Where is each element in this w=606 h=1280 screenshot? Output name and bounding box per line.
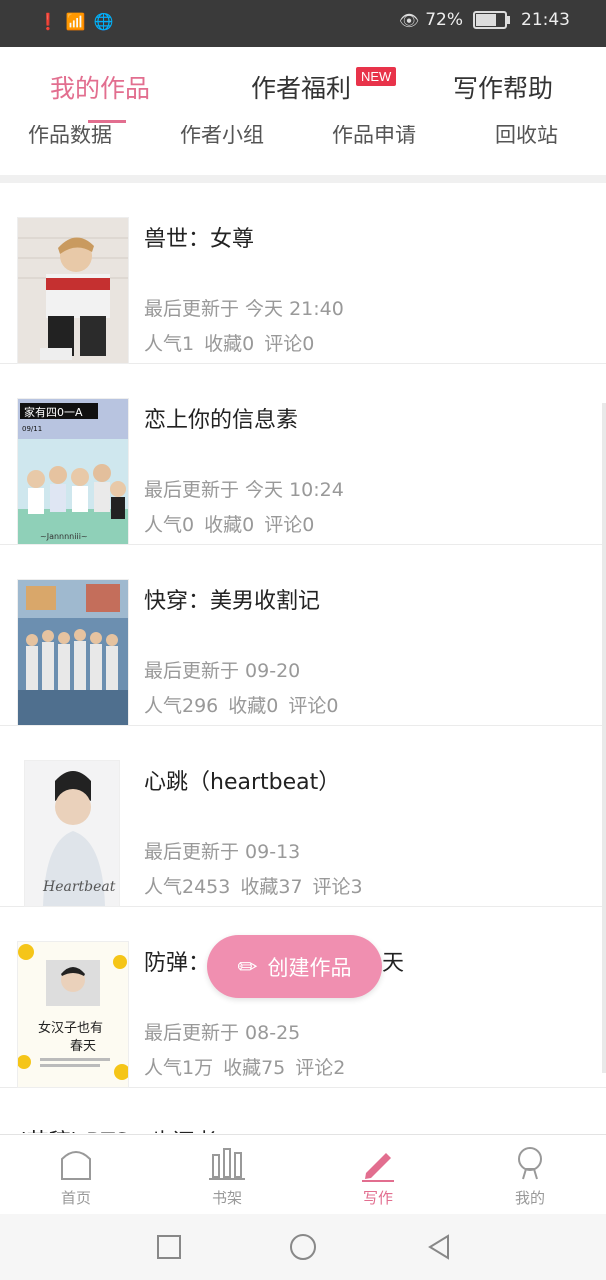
subnav-work-apply[interactable]: 作品申请 [332,125,416,149]
work-title: 快穿：美男收割记 [144,589,321,614]
recent-apps-icon[interactable] [154,1232,184,1262]
popularity: 人气0 [144,514,195,536]
comments: 评论0 [288,695,339,717]
comments: 评论0 [264,514,315,536]
tab-my-works[interactable]: 我的作品 [50,69,150,105]
book-cover [17,217,129,364]
new-badge: NEW [356,67,397,86]
eye-icon: 👁 [398,10,420,30]
work-stats: 人气296 收藏0 评论0 [144,691,348,718]
book-cover [17,579,129,726]
tab-writing-help[interactable]: 写作帮助 [453,69,553,105]
back-icon[interactable] [424,1232,454,1262]
favorites: 收藏0 [204,333,255,355]
list-item[interactable]: 快穿：美男收割记 最后更新于 09-20 人气296 收藏0 评论0 [0,545,606,726]
favorites: 收藏37 [240,876,303,898]
tab-author-benefits[interactable]: 作者福利 [251,69,351,105]
home-button-icon[interactable] [288,1232,318,1262]
pen-icon [362,1153,394,1182]
battery-percent: 72% [425,10,463,30]
comments: 评论2 [295,1057,346,1079]
active-tab-indicator [88,120,126,123]
work-stats: 人气1 收藏0 评论0 [144,329,324,356]
popularity: 人气296 [144,695,219,717]
work-title: 心跳（heartbeat） [144,770,341,795]
cover-title-line2: 春天 [70,1039,96,1054]
status-bar: ❗ 📶 🌐 👁 72% 21:43 [0,0,606,47]
favorites: 收藏0 [204,514,255,536]
cover-date: 09/11 [22,425,42,433]
comments: 评论0 [264,333,315,355]
create-work-label: 创建作品 [267,955,352,980]
work-stats: 人气0 收藏0 评论0 [144,510,324,537]
scrollbar[interactable] [602,403,606,1073]
section-divider [0,175,606,183]
bookshelf-icon [209,1148,245,1180]
nav-bookshelf[interactable]: 书架 [182,1143,272,1208]
wifi-icon: 📶 [65,12,86,31]
work-title: 恋上你的信息素 [144,408,299,433]
alert-icon: ❗ [38,12,58,31]
nav-me[interactable]: 我的 [485,1143,575,1208]
nav-write[interactable]: 写作 [333,1143,423,1208]
profile-icon [518,1147,542,1180]
favorites: 收藏75 [223,1057,286,1079]
work-stats: 人气1万 收藏75 评论2 [144,1053,355,1080]
nav-home[interactable]: 首页 [31,1143,121,1208]
sub-nav: 作品数据 作者小组 作品申请 回收站 [0,125,606,173]
cover-banner: 家有四0一A [24,405,83,419]
pencil-icon: ✏ [237,952,258,981]
work-stats: 人气2453 收藏37 评论3 [144,872,373,899]
system-nav-bar [0,1214,606,1280]
home-icon [61,1151,91,1180]
book-cover: Heartbeat [24,760,120,907]
popularity: 人气1 [144,333,195,355]
last-updated: 最后更新于 今天 10:24 [144,479,344,501]
list-item-partial[interactable]: (节稿) BTS：也还者 [18,1124,217,1133]
cover-footer: ~Jannnniii~ [40,532,88,541]
work-title: 兽世：女尊 [144,227,255,252]
bottom-nav: 首页 书架 写作 我的 [0,1134,606,1215]
cover-script: Heartbeat [42,879,116,895]
battery-icon [473,11,510,29]
subnav-recycle-bin[interactable]: 回收站 [495,125,558,149]
last-updated: 最后更新于 08-25 [144,1022,301,1044]
subnav-author-group[interactable]: 作者小组 [180,125,264,149]
globe-icon: 🌐 [93,12,114,31]
popularity: 人气2453 [144,876,231,898]
last-updated: 最后更新于 09-20 [144,660,301,682]
last-updated: 最后更新于 今天 21:40 [144,298,344,320]
book-cover: 女汉子也有 春天 [17,941,129,1088]
list-item[interactable]: Heartbeat 心跳（heartbeat） 最后更新于 09-13 人气24… [0,726,606,907]
top-tabs: 我的作品 作者福利 NEW 写作帮助 [0,47,606,125]
create-work-button[interactable]: ✏ 创建作品 [207,935,382,998]
favorites: 收藏0 [228,695,279,717]
last-updated: 最后更新于 09-13 [144,841,301,863]
cover-title-line1: 女汉子也有 [38,1020,103,1036]
clock: 21:43 [521,10,570,30]
comments: 评论3 [312,876,363,898]
popularity: 人气1万 [144,1057,214,1079]
book-cover: 家有四0一A 09/11 ~Jannnniii~ [17,398,129,545]
battery-level [476,14,497,26]
list-item[interactable]: 兽世：女尊 最后更新于 今天 21:40 人气1 收藏0 评论0 [0,183,606,364]
subnav-work-data[interactable]: 作品数据 [28,125,112,149]
list-item[interactable]: 家有四0一A 09/11 ~Jannnniii~ 恋上你的信息素 最后更新于 今… [0,364,606,545]
